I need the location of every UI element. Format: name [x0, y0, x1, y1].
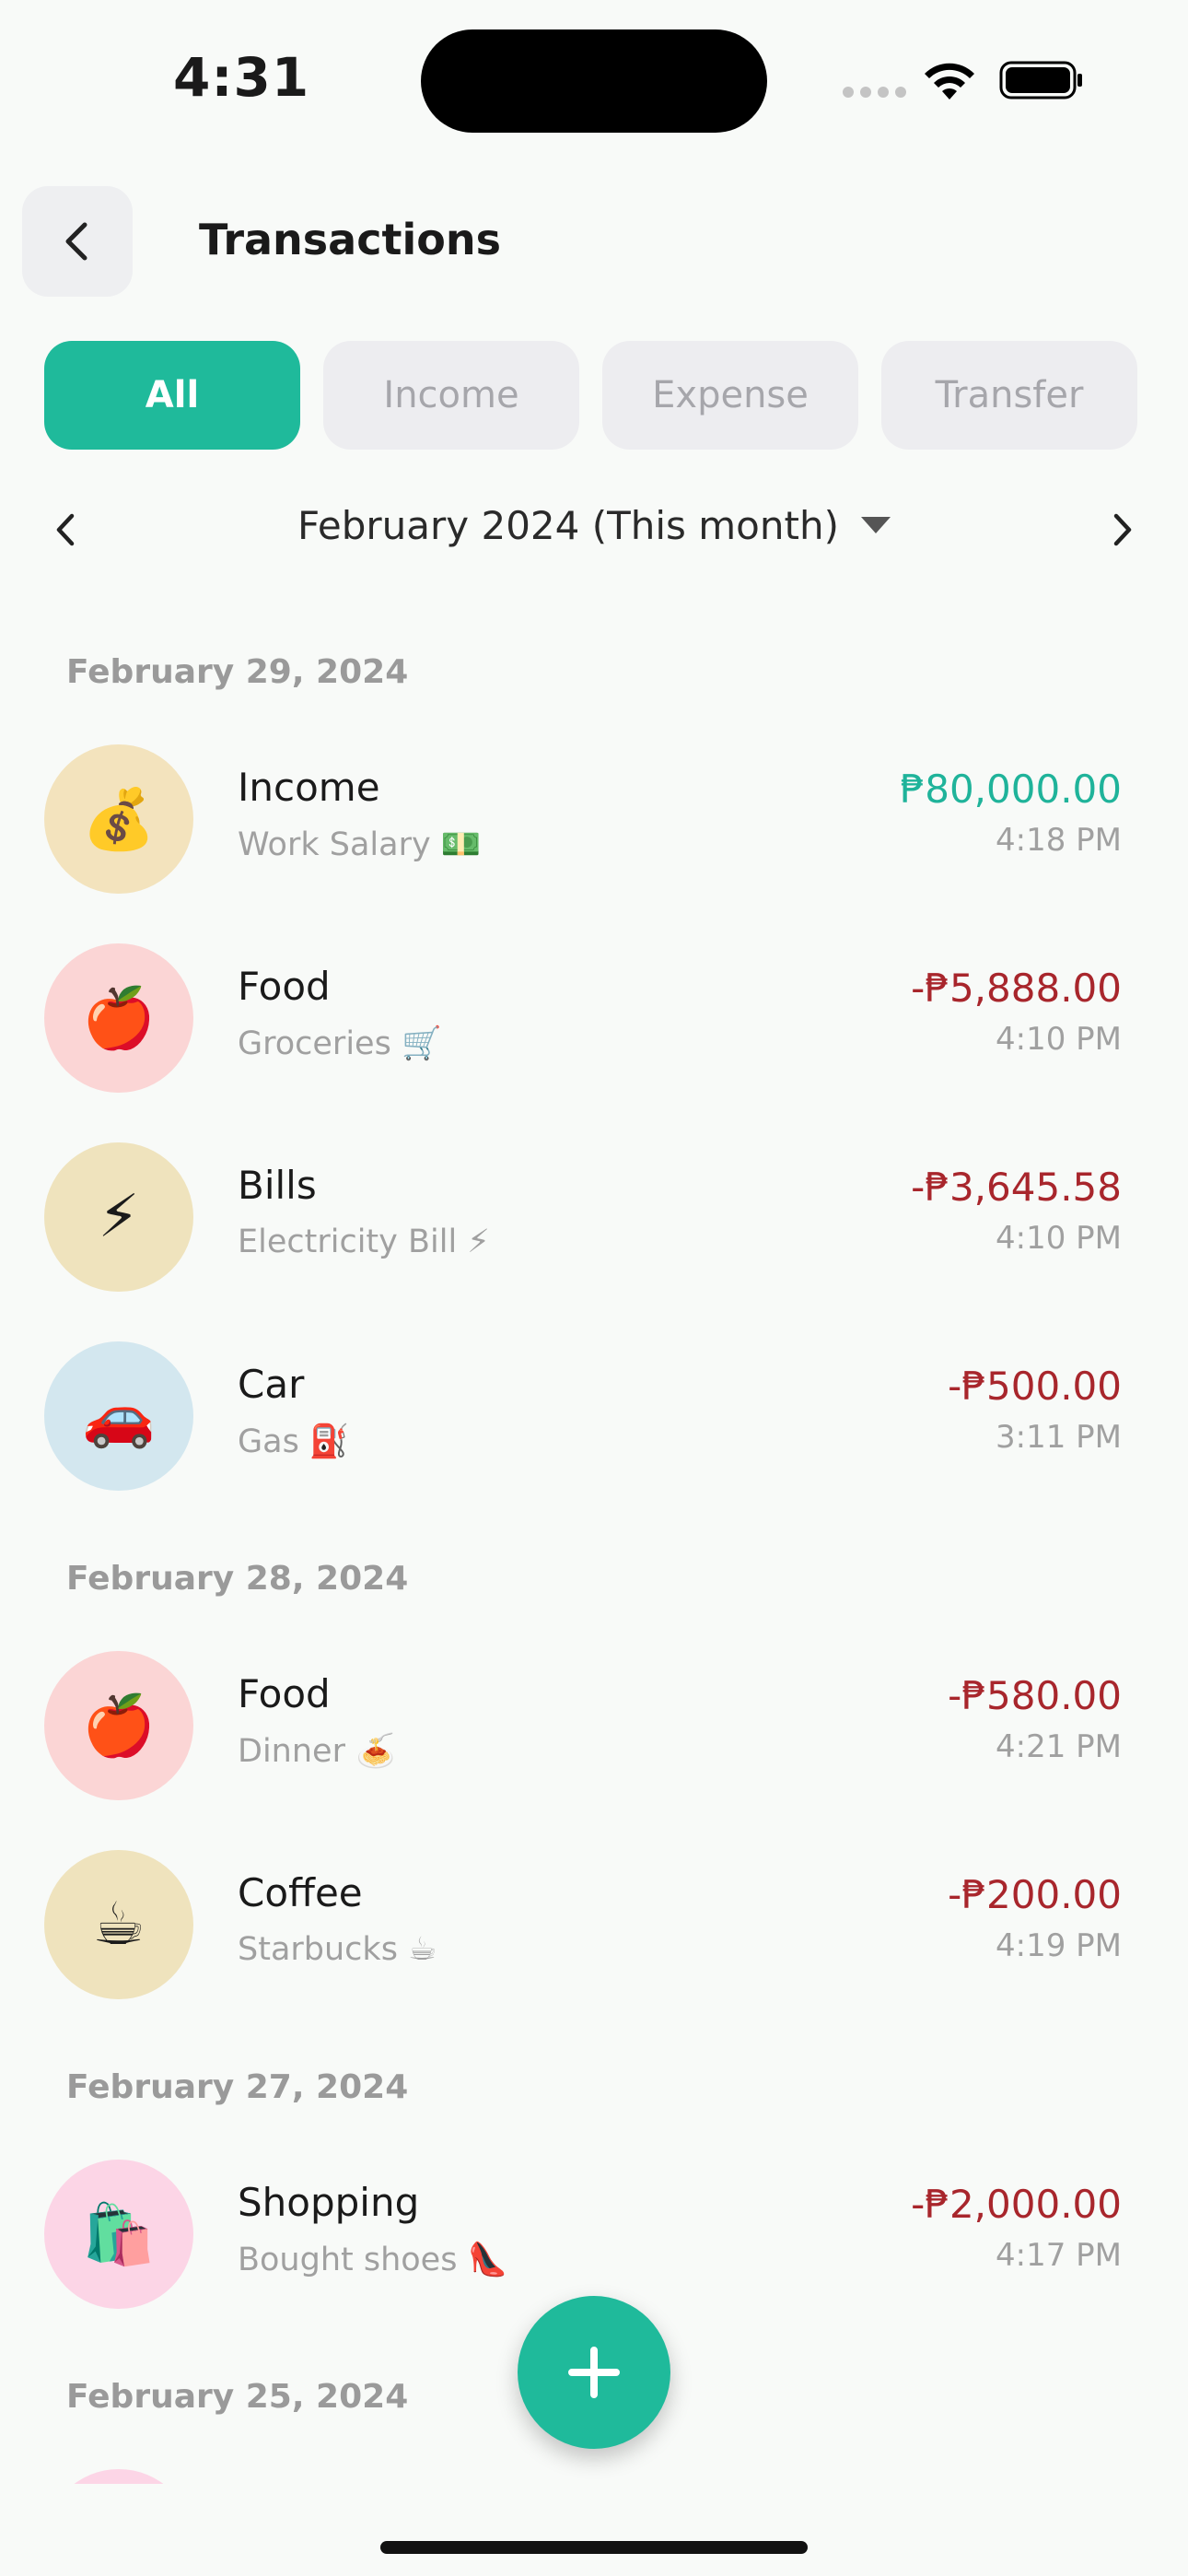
- transaction-note: Gas ⛽: [238, 1423, 350, 1460]
- chevron-left-icon: [65, 222, 87, 261]
- transaction-row[interactable]: ☕ Coffee Starbucks ☕ -₱200.00 4:19 PM: [0, 1824, 1188, 2023]
- status-time: 4:31: [173, 46, 310, 109]
- transaction-category: Car: [238, 1362, 305, 1407]
- transaction-note: Bought shoes 👠: [238, 2242, 508, 2278]
- tab-all[interactable]: All: [44, 341, 300, 450]
- transaction-note: Groceries 🛒: [238, 1025, 442, 1062]
- transaction-time: 4:21 PM: [996, 1728, 1122, 1765]
- month-label: February 2024 (This month): [297, 503, 839, 548]
- transaction-amount: ₱80,000.00: [900, 767, 1122, 812]
- category-icon: [44, 2469, 193, 2484]
- transaction-amount: -₱3,645.58: [911, 1165, 1122, 1210]
- transaction-amount: -₱200.00: [948, 1872, 1122, 1917]
- transaction-category: Bills: [238, 1163, 317, 1208]
- caret-down-icon: [860, 516, 891, 533]
- transactions-list[interactable]: February 29, 2024 💰 Income Work Salary 💵…: [0, 608, 1188, 2484]
- transaction-category: Income: [238, 765, 380, 810]
- dynamic-island: [421, 29, 767, 133]
- coffee-icon: ☕: [44, 1850, 193, 1999]
- tab-income[interactable]: Income: [323, 341, 579, 450]
- transaction-row[interactable]: 💰 Income Work Salary 💵 ₱80,000.00 4:18 P…: [0, 719, 1188, 918]
- transaction-row[interactable]: 🚗 Car Gas ⛽ -₱500.00 3:11 PM: [0, 1316, 1188, 1515]
- back-button[interactable]: [22, 186, 133, 297]
- transaction-time: 4:18 PM: [996, 822, 1122, 859]
- home-indicator[interactable]: [380, 2541, 808, 2554]
- date-header: February 27, 2024: [66, 2068, 409, 2106]
- transaction-time: 4:17 PM: [996, 2237, 1122, 2274]
- date-header: February 29, 2024: [66, 653, 409, 691]
- month-selector[interactable]: February 2024 (This month): [0, 503, 1188, 548]
- month-navigator: February 2024 (This month): [0, 498, 1188, 562]
- transaction-category: Food: [238, 964, 331, 1009]
- transaction-category: Shopping: [238, 2180, 420, 2225]
- transaction-row[interactable]: [0, 2443, 1188, 2484]
- transaction-note: Starbucks ☕: [238, 1931, 437, 1968]
- status-bar: 4:31: [0, 0, 1188, 157]
- transaction-category: Food: [238, 1671, 331, 1716]
- plus-icon: [568, 2347, 620, 2398]
- transaction-time: 4:10 PM: [996, 1220, 1122, 1257]
- car-icon: 🚗: [44, 1341, 193, 1491]
- transaction-note: Dinner 🍝: [238, 1733, 396, 1770]
- lightning-icon: ⚡: [44, 1142, 193, 1292]
- money-bag-icon: 💰: [44, 744, 193, 894]
- cellular-signal-icon: [843, 87, 906, 98]
- transaction-row[interactable]: 🍎 Food Groceries 🛒 -₱5,888.00 4:10 PM: [0, 918, 1188, 1117]
- transaction-amount: -₱2,000.00: [911, 2182, 1122, 2227]
- filter-tabs: All Income Expense Transfer: [44, 341, 1137, 450]
- apple-icon: 🍎: [44, 1651, 193, 1800]
- tab-transfer[interactable]: Transfer: [881, 341, 1137, 450]
- battery-icon: [999, 61, 1082, 100]
- wifi-icon: [925, 63, 974, 100]
- transaction-category: Coffee: [238, 1870, 363, 1915]
- transaction-row[interactable]: 🍎 Food Dinner 🍝 -₱580.00 4:21 PM: [0, 1625, 1188, 1824]
- shopping-bags-icon: 🛍️: [44, 2160, 193, 2309]
- transaction-time: 3:11 PM: [996, 1419, 1122, 1456]
- tab-expense[interactable]: Expense: [602, 341, 858, 450]
- transaction-amount: -₱5,888.00: [911, 966, 1122, 1011]
- apple-icon: 🍎: [44, 943, 193, 1093]
- transaction-time: 4:19 PM: [996, 1927, 1122, 1964]
- transaction-row[interactable]: ⚡ Bills Electricity Bill ⚡ -₱3,645.58 4:…: [0, 1117, 1188, 1316]
- transaction-note: Work Salary 💵: [238, 826, 482, 863]
- next-month-button[interactable]: [1101, 509, 1142, 551]
- transaction-amount: -₱500.00: [948, 1364, 1122, 1409]
- add-transaction-button[interactable]: [518, 2296, 670, 2449]
- transaction-note: Electricity Bill ⚡: [238, 1224, 490, 1260]
- transaction-time: 4:10 PM: [996, 1021, 1122, 1058]
- date-header: February 28, 2024: [66, 1560, 409, 1598]
- transaction-amount: -₱580.00: [948, 1673, 1122, 1718]
- page-title: Transactions: [199, 215, 501, 264]
